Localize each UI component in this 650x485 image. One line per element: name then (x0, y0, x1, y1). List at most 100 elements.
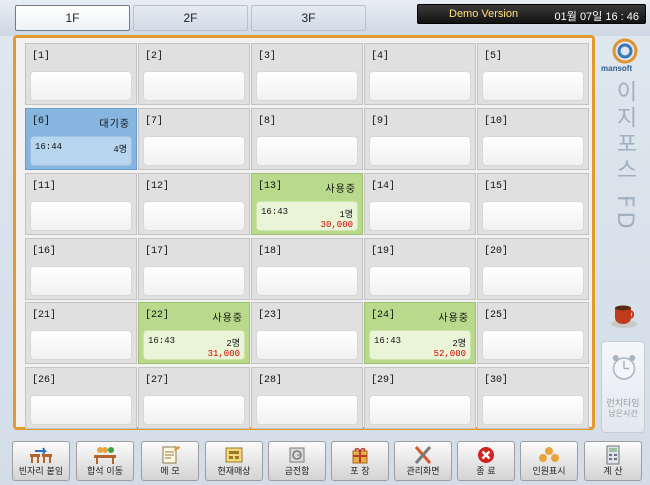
clock-display: 01월 07일 16 : 46 (554, 11, 639, 23)
table-number: [25] (484, 310, 509, 321)
table-info-panel (369, 395, 471, 425)
table-info-panel (143, 201, 245, 231)
table-cell[interactable]: [21] (25, 302, 137, 364)
table-cell[interactable]: [23] (251, 302, 363, 364)
table-cell[interactable]: [20] (477, 238, 589, 300)
table-cell[interactable]: [22] 사용중 16:43 2명 31,000 (138, 302, 250, 364)
floor-tab-3f[interactable]: 3F (251, 5, 366, 31)
cash-drawer-icon (289, 447, 305, 463)
table-cell[interactable]: [15] (477, 173, 589, 235)
exit-button[interactable]: 종 료 (457, 441, 515, 481)
admin-tools-icon (414, 446, 432, 464)
cash-drawer-label: 금전함 (284, 467, 310, 477)
table-number: [12] (145, 181, 170, 192)
table-number: [15] (484, 181, 509, 192)
table-number: [22] (145, 310, 170, 321)
package-label: 포 장 (350, 467, 370, 477)
people-display-icon (539, 447, 559, 462)
table-cell[interactable]: [12] (138, 173, 250, 235)
table-info-panel (143, 71, 245, 101)
people-display-button[interactable]: 인원표시 (520, 441, 578, 481)
table-people-count: 2명 (452, 339, 466, 349)
memo-button[interactable]: 메 모 (141, 441, 199, 481)
table-info-panel (256, 330, 358, 360)
table-cell[interactable]: [28] (251, 367, 363, 429)
calculator-icon (606, 445, 620, 465)
table-cell[interactable]: [5] (477, 43, 589, 105)
table-people-count: 1명 (339, 210, 353, 220)
table-cell[interactable]: [30] (477, 367, 589, 429)
move-seat-button[interactable]: 합석 이동 (76, 441, 134, 481)
table-cell[interactable]: [13] 사용중 16:43 1명 30,000 (251, 173, 363, 235)
table-number: [26] (32, 375, 57, 386)
table-info-panel (256, 136, 358, 166)
table-cell[interactable]: [10] (477, 108, 589, 170)
current-sales-button[interactable]: 현재매상 (205, 441, 263, 481)
table-cell[interactable]: [2] (138, 43, 250, 105)
floor-tab-1f[interactable]: 1F (15, 5, 130, 31)
table-cell[interactable]: [4] (364, 43, 476, 105)
table-status: 사용중 (325, 184, 356, 195)
table-number: [14] (371, 181, 396, 192)
table-cell[interactable]: [11] (25, 173, 137, 235)
table-time: 16:43 (261, 207, 289, 217)
join-tables-label: 빈자리 붙임 (18, 467, 64, 477)
current-sales-label: 현재매상 (217, 467, 251, 477)
table-status: 사용중 (212, 313, 243, 324)
package-button[interactable]: 포 장 (331, 441, 389, 481)
bottom-toolbar: 빈자리 붙임 합석 이동 메 모 현재매상 금전함 포 장 관리화면 종 료 인… (0, 436, 650, 485)
table-cell[interactable]: [17] (138, 238, 250, 300)
table-cell[interactable]: [8] (251, 108, 363, 170)
table-number: [30] (484, 375, 509, 386)
table-cell[interactable]: [29] (364, 367, 476, 429)
table-info-panel (256, 71, 358, 101)
exit-label: 종 료 (476, 467, 496, 477)
demo-label: Demo Version (449, 8, 519, 20)
join-tables-button[interactable]: 빈자리 붙임 (12, 441, 70, 481)
lunch-time-button[interactable]: 런치타임 남은시간 (601, 341, 645, 433)
table-amount: 30,000 (320, 220, 353, 230)
table-number: [23] (258, 310, 283, 321)
table-number: [21] (32, 310, 57, 321)
calculate-button[interactable]: 계 산 (584, 441, 642, 481)
floor-tab-2f[interactable]: 2F (133, 5, 248, 31)
table-cell[interactable]: [16] (25, 238, 137, 300)
table-cell[interactable]: [6] 대기중 16:44 4명 (25, 108, 137, 170)
table-cell[interactable]: [19] (364, 238, 476, 300)
table-info-panel: 16:43 2명 52,000 (369, 330, 471, 360)
table-cell[interactable]: [9] (364, 108, 476, 170)
table-number: [4] (371, 51, 390, 62)
table-number: [18] (258, 246, 283, 257)
table-cell[interactable]: [24] 사용중 16:43 2명 52,000 (364, 302, 476, 364)
table-number: [19] (371, 246, 396, 257)
table-number: [10] (484, 116, 509, 127)
table-info-panel: 16:43 2명 31,000 (143, 330, 245, 360)
table-status: 사용중 (438, 313, 469, 324)
admin-screen-button[interactable]: 관리화면 (394, 441, 452, 481)
table-info-panel (143, 395, 245, 425)
exit-icon (478, 447, 494, 463)
table-info-panel (30, 266, 132, 296)
table-time: 16:43 (374, 336, 402, 346)
table-info-panel (369, 266, 471, 296)
table-cell[interactable]: [1] (25, 43, 137, 105)
table-cell[interactable]: [3] (251, 43, 363, 105)
table-cell[interactable]: [14] (364, 173, 476, 235)
table-cell[interactable]: [25] (477, 302, 589, 364)
coffee-cup-icon (611, 305, 637, 328)
move-seat-icon (94, 447, 116, 464)
table-cell[interactable]: [27] (138, 367, 250, 429)
table-cell[interactable]: [26] (25, 367, 137, 429)
table-cell[interactable]: [7] (138, 108, 250, 170)
table-info-panel (482, 266, 584, 296)
sales-icon (225, 447, 243, 463)
table-people-count: 2명 (226, 339, 240, 349)
table-info-panel (482, 71, 584, 101)
table-cell[interactable]: [18] (251, 238, 363, 300)
table-info-panel (482, 136, 584, 166)
top-bar: 1F 2F 3F Demo Version 01월 07일 16 : 46 (0, 0, 650, 36)
table-number: [5] (484, 51, 503, 62)
cash-drawer-button[interactable]: 금전함 (268, 441, 326, 481)
table-number: [27] (145, 375, 170, 386)
table-info-panel (30, 201, 132, 231)
